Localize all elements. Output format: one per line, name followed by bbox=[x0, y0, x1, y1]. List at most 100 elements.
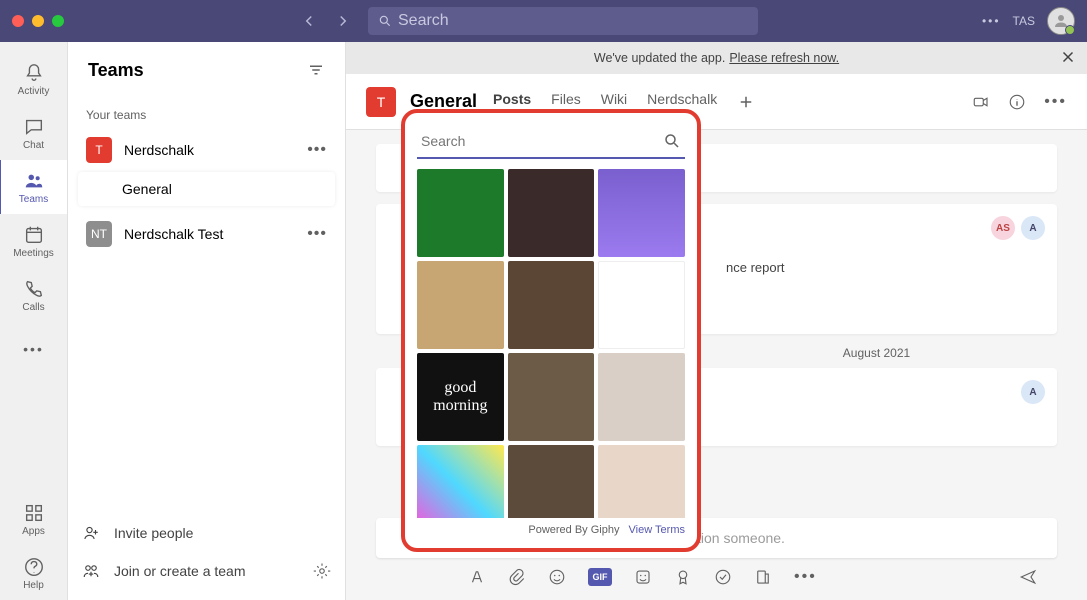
format-icon[interactable] bbox=[468, 568, 486, 586]
rail-activity[interactable]: Activity bbox=[0, 52, 68, 106]
user-badge: A bbox=[1021, 380, 1045, 404]
rail-calls[interactable]: Calls bbox=[0, 268, 68, 322]
gif-tile[interactable] bbox=[508, 353, 595, 441]
gif-button[interactable]: GIF bbox=[588, 568, 612, 586]
video-icon[interactable] bbox=[972, 93, 990, 111]
sticker-icon[interactable] bbox=[634, 568, 652, 586]
global-search[interactable]: Search bbox=[368, 7, 758, 35]
calendar-icon bbox=[23, 224, 45, 246]
invite-icon bbox=[82, 524, 100, 542]
team-nerdschalk[interactable]: T Nerdschalk ••• bbox=[78, 128, 335, 172]
back-icon[interactable] bbox=[300, 12, 318, 30]
compose-toolbar: GIF ••• bbox=[376, 558, 1057, 586]
approvals-icon[interactable] bbox=[714, 568, 732, 586]
app-rail: Activity Chat Teams Meetings Calls ••• A… bbox=[0, 42, 68, 600]
apps-icon bbox=[23, 502, 45, 524]
rail-label: Chat bbox=[23, 140, 44, 151]
ellipsis-icon[interactable]: ••• bbox=[307, 141, 327, 159]
teams-sidebar: Teams Your teams T Nerdschalk ••• Genera… bbox=[68, 42, 346, 600]
title-bar: Search ••• TAS bbox=[0, 0, 1087, 42]
giphy-attribution: Powered By Giphy bbox=[528, 524, 619, 536]
gif-tile[interactable] bbox=[598, 169, 685, 257]
gif-search-input[interactable] bbox=[421, 133, 663, 149]
team-name: Nerdschalk bbox=[124, 142, 307, 158]
gif-tile[interactable] bbox=[598, 445, 685, 518]
bell-icon bbox=[23, 62, 45, 84]
composer-placeholder: ction someone. bbox=[690, 530, 785, 546]
presence-available-icon bbox=[1065, 25, 1075, 35]
team-name: Nerdschalk Test bbox=[124, 226, 307, 242]
search-placeholder: Search bbox=[398, 12, 449, 30]
maximize-window-icon[interactable] bbox=[52, 15, 64, 27]
gif-tile[interactable] bbox=[508, 169, 595, 257]
attach-icon[interactable] bbox=[508, 568, 526, 586]
rail-help[interactable]: Help bbox=[0, 546, 68, 600]
close-window-icon[interactable] bbox=[12, 15, 24, 27]
gif-tile[interactable]: goodmorning bbox=[417, 353, 504, 441]
channel-general[interactable]: General bbox=[78, 172, 335, 206]
ellipsis-icon[interactable]: ••• bbox=[794, 568, 817, 586]
rail-more[interactable]: ••• bbox=[0, 322, 68, 376]
minimize-window-icon[interactable] bbox=[32, 15, 44, 27]
rail-label: Meetings bbox=[13, 248, 54, 259]
forward-icon[interactable] bbox=[334, 12, 352, 30]
update-banner: We've updated the app. Please refresh no… bbox=[346, 42, 1087, 74]
add-tab-icon[interactable] bbox=[737, 93, 755, 111]
gif-tile[interactable] bbox=[417, 261, 504, 349]
user-badge: AS bbox=[991, 216, 1015, 240]
praise-icon[interactable] bbox=[674, 568, 692, 586]
invite-people-link[interactable]: Invite people bbox=[82, 516, 331, 550]
message-text-fragment: nce report bbox=[726, 260, 785, 275]
channel-content: We've updated the app. Please refresh no… bbox=[346, 42, 1087, 600]
banner-text: We've updated the app. bbox=[594, 51, 725, 65]
info-icon[interactable] bbox=[1008, 93, 1026, 111]
rail-teams[interactable]: Teams bbox=[0, 160, 67, 214]
join-create-team-link[interactable]: Join or create a team bbox=[82, 554, 331, 588]
rail-meetings[interactable]: Meetings bbox=[0, 214, 68, 268]
phone-icon bbox=[23, 278, 45, 300]
rail-label: Apps bbox=[22, 526, 45, 537]
gif-tile[interactable] bbox=[598, 261, 685, 349]
stream-icon[interactable] bbox=[754, 568, 772, 586]
gif-picker: goodmorning Powered By Giphy View Terms bbox=[401, 109, 701, 552]
channel-name: General bbox=[122, 181, 172, 197]
rail-label: Calls bbox=[22, 302, 44, 313]
gif-tile[interactable] bbox=[508, 261, 595, 349]
teams-icon bbox=[23, 170, 45, 192]
ellipsis-icon[interactable]: ••• bbox=[307, 225, 327, 243]
rail-label: Activity bbox=[18, 86, 50, 97]
team-avatar: T bbox=[86, 137, 112, 163]
emoji-icon[interactable] bbox=[548, 568, 566, 586]
help-icon bbox=[23, 556, 45, 578]
join-team-icon bbox=[82, 562, 100, 580]
user-initials: TAS bbox=[1013, 14, 1035, 28]
send-icon[interactable] bbox=[1019, 568, 1037, 586]
sidebar-title: Teams bbox=[88, 60, 144, 81]
gif-search[interactable] bbox=[417, 125, 685, 159]
ellipsis-icon[interactable]: ••• bbox=[1044, 93, 1067, 111]
view-terms-link[interactable]: View Terms bbox=[629, 524, 685, 536]
rail-chat[interactable]: Chat bbox=[0, 106, 68, 160]
nav-arrows bbox=[300, 12, 352, 30]
filter-icon[interactable] bbox=[307, 61, 325, 79]
gif-tile[interactable] bbox=[508, 445, 595, 518]
user-avatar[interactable] bbox=[1047, 7, 1075, 35]
close-icon[interactable] bbox=[1059, 48, 1077, 66]
ellipsis-icon[interactable]: ••• bbox=[982, 14, 1001, 28]
gif-footer: Powered By Giphy View Terms bbox=[417, 518, 685, 536]
team-avatar: NT bbox=[86, 221, 112, 247]
team-nerdschalk-test[interactable]: NT Nerdschalk Test ••• bbox=[78, 212, 335, 256]
channel-avatar: T bbox=[366, 87, 396, 117]
gear-icon[interactable] bbox=[313, 562, 331, 580]
chat-icon bbox=[23, 116, 45, 138]
gif-tile[interactable] bbox=[417, 169, 504, 257]
rail-apps[interactable]: Apps bbox=[0, 492, 68, 546]
refresh-link[interactable]: Please refresh now. bbox=[729, 51, 839, 65]
search-icon[interactable] bbox=[663, 132, 681, 150]
rail-label: Teams bbox=[19, 194, 48, 205]
gif-tile[interactable] bbox=[417, 445, 504, 518]
gif-tile[interactable] bbox=[598, 353, 685, 441]
your-teams-label: Your teams bbox=[78, 98, 335, 128]
gif-grid: goodmorning bbox=[417, 169, 685, 518]
window-controls bbox=[12, 15, 80, 27]
